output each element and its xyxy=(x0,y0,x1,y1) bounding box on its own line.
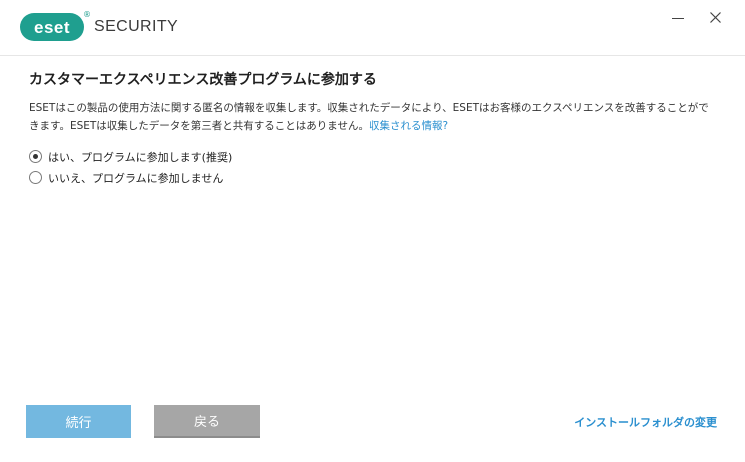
collected-info-link[interactable]: 収集される情報? xyxy=(369,120,448,132)
radio-option-no[interactable]: いいえ、プログラムに参加しません xyxy=(29,168,719,187)
brand-name: eset xyxy=(33,17,71,37)
continue-button[interactable]: 続行 xyxy=(26,405,131,438)
eset-logo-badge: eset ® xyxy=(20,10,91,41)
back-button[interactable]: 戻る xyxy=(154,405,260,438)
title-bar: eset ® SECURITY xyxy=(0,0,745,56)
installer-window: eset ® SECURITY カスタマーエクスペリエンス改善プログラムに参加す… xyxy=(0,0,745,462)
product-name: SECURITY xyxy=(94,18,179,35)
registered-mark: ® xyxy=(83,10,91,19)
radio-button-yes[interactable] xyxy=(29,150,42,163)
page-title: カスタマーエクスペリエンス改善プログラムに参加する xyxy=(29,72,377,88)
radio-button-no[interactable] xyxy=(29,171,42,184)
change-install-folder-link[interactable]: インストールフォルダの変更 xyxy=(574,414,717,430)
main-content: カスタマーエクスペリエンス改善プログラムに参加する ESETはこの製品の使用方法… xyxy=(29,70,719,189)
radio-label-yes: はい、プログラムに参加します(推奨) xyxy=(48,150,233,164)
radio-label-no: いいえ、プログラムに参加しません xyxy=(48,171,224,185)
close-button[interactable] xyxy=(701,6,729,28)
eset-logo: eset ® SECURITY xyxy=(20,10,179,41)
description-text: ESETはこの製品の使用方法に関する匿名の情報を収集します。収集されたデータによ… xyxy=(29,99,719,135)
radio-option-yes[interactable]: はい、プログラムに参加します(推奨) xyxy=(29,147,719,166)
minimize-icon xyxy=(672,17,684,19)
close-icon xyxy=(709,11,721,23)
participation-radio-group: はい、プログラムに参加します(推奨) いいえ、プログラムに参加しません xyxy=(29,147,719,187)
minimize-button[interactable] xyxy=(664,6,692,28)
